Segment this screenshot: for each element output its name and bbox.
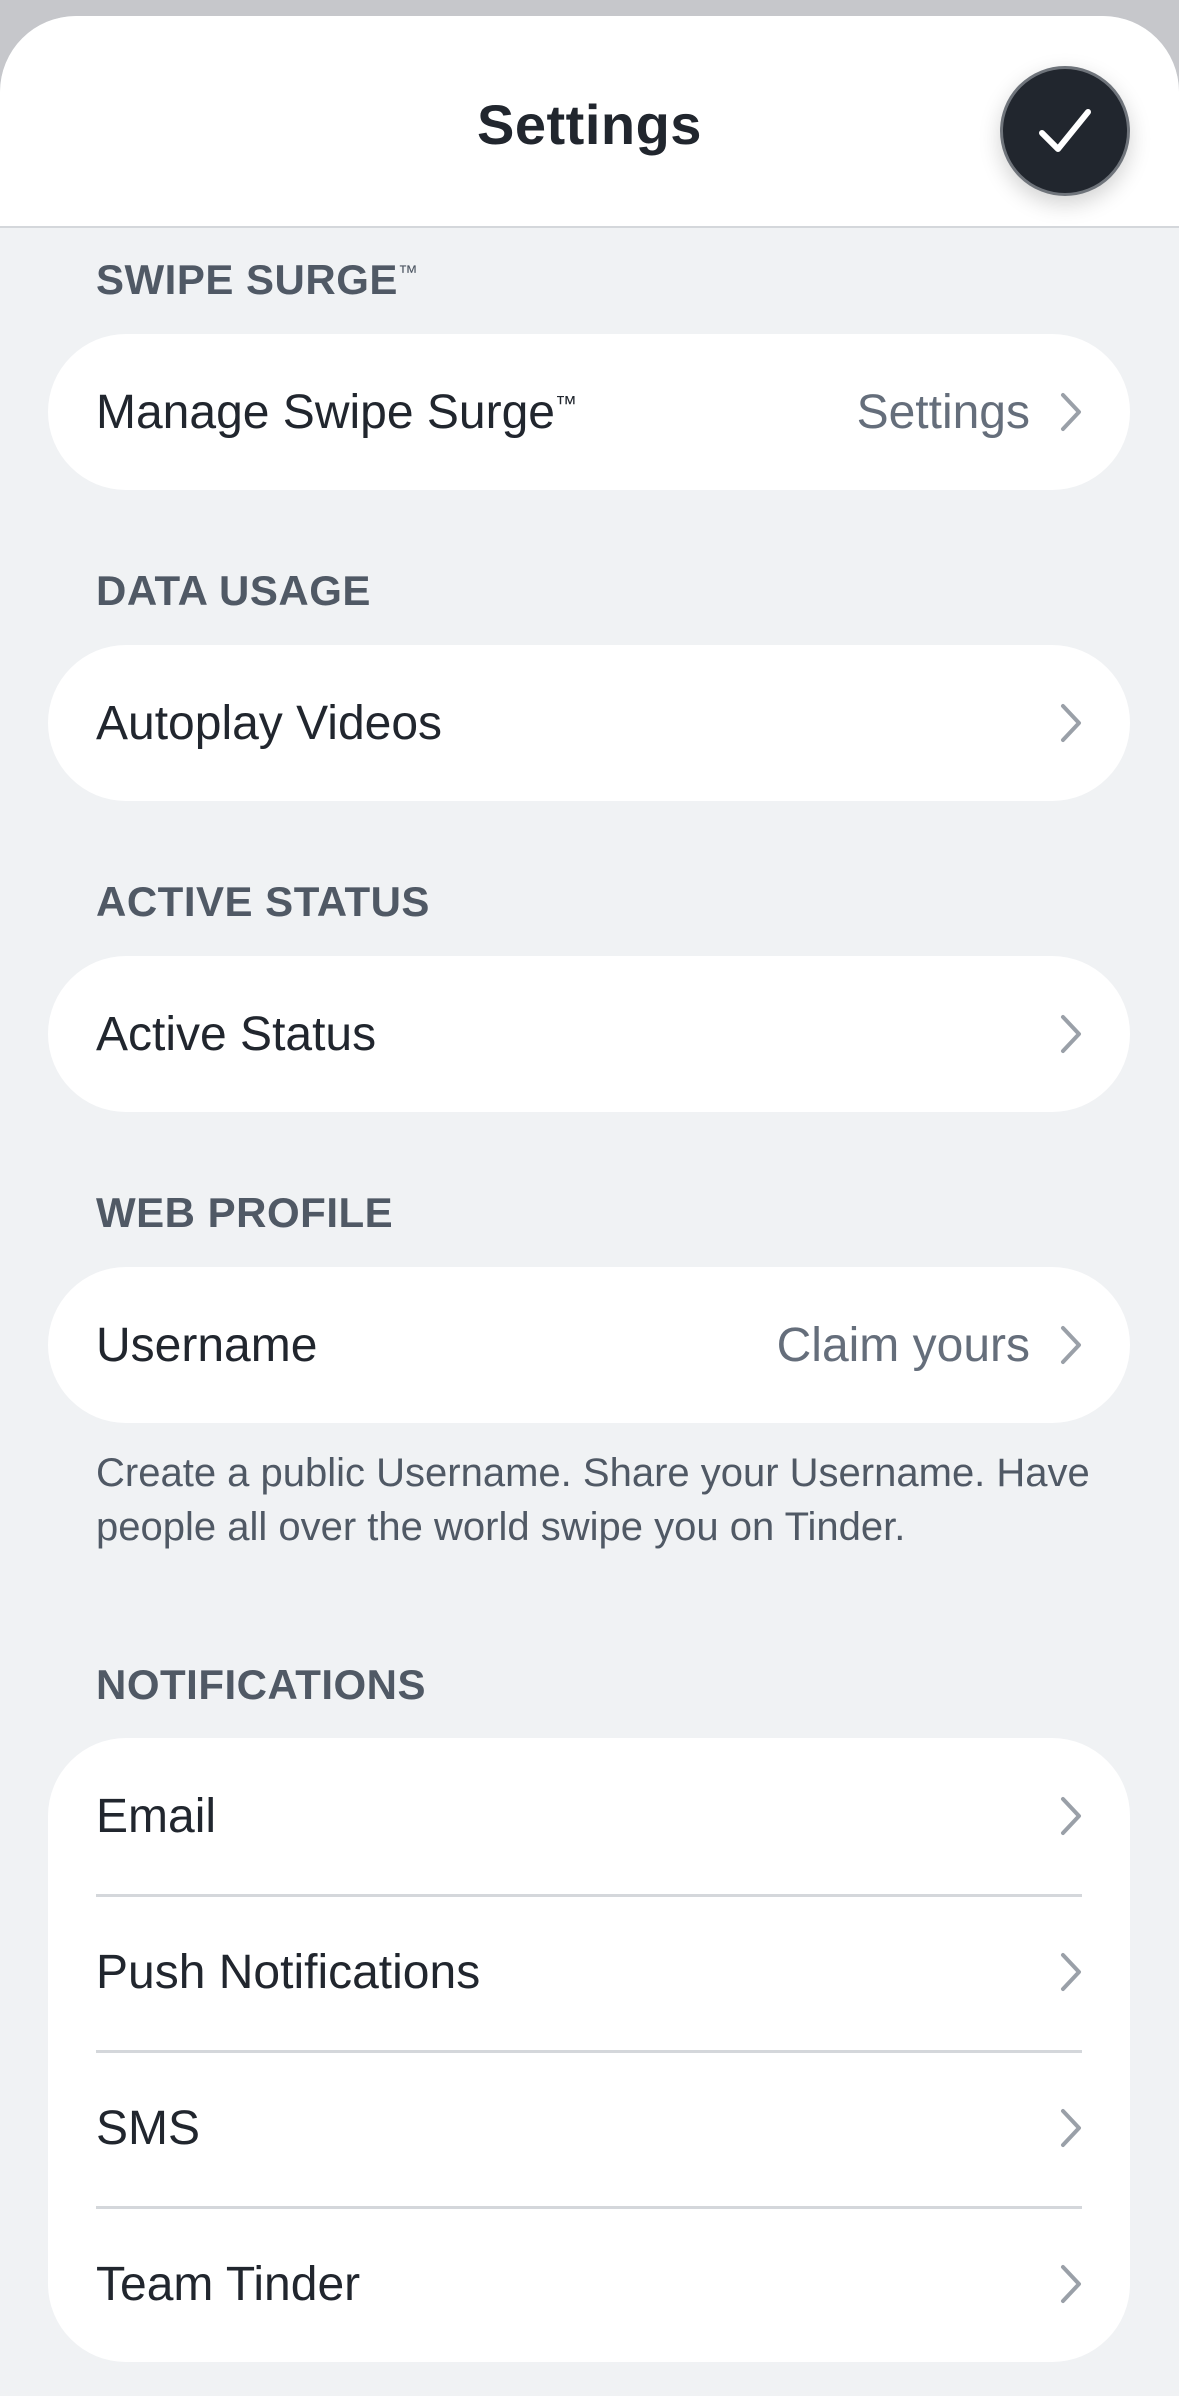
- chevron-right-icon: [1061, 1015, 1081, 1053]
- section-header-notifications: NOTIFICATIONS: [96, 1661, 427, 1708]
- trademark-symbol: ™: [397, 262, 418, 284]
- web-profile-card: Username Claim yours: [48, 1267, 1130, 1423]
- row-push-notifications[interactable]: Push Notifications: [48, 1894, 1130, 2050]
- section-header-data-usage: DATA USAGE: [96, 567, 371, 614]
- section-header-web-profile: WEB PROFILE: [96, 1189, 394, 1236]
- row-label: Manage Swipe Surge™: [96, 385, 857, 440]
- chevron-right-icon: [1061, 1953, 1081, 1991]
- row-email[interactable]: Email: [48, 1738, 1130, 1894]
- notifications-card: Email Push Notifications SMS Team Tinder: [48, 1738, 1130, 2362]
- section-header-swipe-surge: SWIPE SURGE™: [96, 256, 418, 304]
- row-label: Team Tinder: [96, 2257, 361, 2311]
- chevron-right-icon: [1061, 704, 1081, 742]
- section-header-label: SWIPE SURGE: [96, 256, 398, 303]
- done-button[interactable]: [1000, 66, 1130, 196]
- row-label: Username: [96, 1318, 318, 1372]
- row-label-text: Manage Swipe Surge: [96, 385, 555, 439]
- username-helper-text: Create a public Username. Share your Use…: [96, 1451, 1090, 1549]
- row-label: SMS: [96, 2101, 201, 2155]
- data-usage-card: Autoplay Videos: [48, 645, 1130, 801]
- trademark-symbol: ™: [554, 390, 577, 416]
- row-active-status[interactable]: Active Status: [48, 956, 1130, 1112]
- chevron-right-icon: [1061, 1326, 1081, 1364]
- row-value: Settings: [856, 385, 1030, 439]
- chevron-right-icon: [1061, 2265, 1081, 2303]
- row-team-tinder[interactable]: Team Tinder: [48, 2206, 1130, 2362]
- row-label: Email: [96, 1789, 217, 1843]
- row-label: Autoplay Videos: [96, 696, 443, 750]
- settings-sheet: Settings SWIPE SURGE™ Manage Swipe Surge…: [0, 16, 1179, 2396]
- chevron-right-icon: [1061, 393, 1081, 431]
- chevron-right-icon: [1061, 1797, 1081, 1835]
- row-label: Push Notifications: [96, 1945, 481, 1999]
- row-value: Claim yours: [776, 1318, 1030, 1372]
- row-manage-swipe-surge[interactable]: Manage Swipe Surge™ Settings: [48, 334, 1130, 490]
- swipe-surge-card: Manage Swipe Surge™ Settings: [48, 334, 1130, 490]
- row-username[interactable]: Username Claim yours: [48, 1267, 1130, 1423]
- chevron-right-icon: [1061, 2109, 1081, 2147]
- settings-header: Settings: [0, 16, 1179, 228]
- row-sms[interactable]: SMS: [48, 2050, 1130, 2206]
- row-label: Active Status: [96, 1007, 377, 1061]
- active-status-card: Active Status: [48, 956, 1130, 1112]
- checkmark-icon: [1039, 109, 1091, 152]
- section-header-active-status: ACTIVE STATUS: [96, 878, 430, 925]
- row-autoplay-videos[interactable]: Autoplay Videos: [48, 645, 1130, 801]
